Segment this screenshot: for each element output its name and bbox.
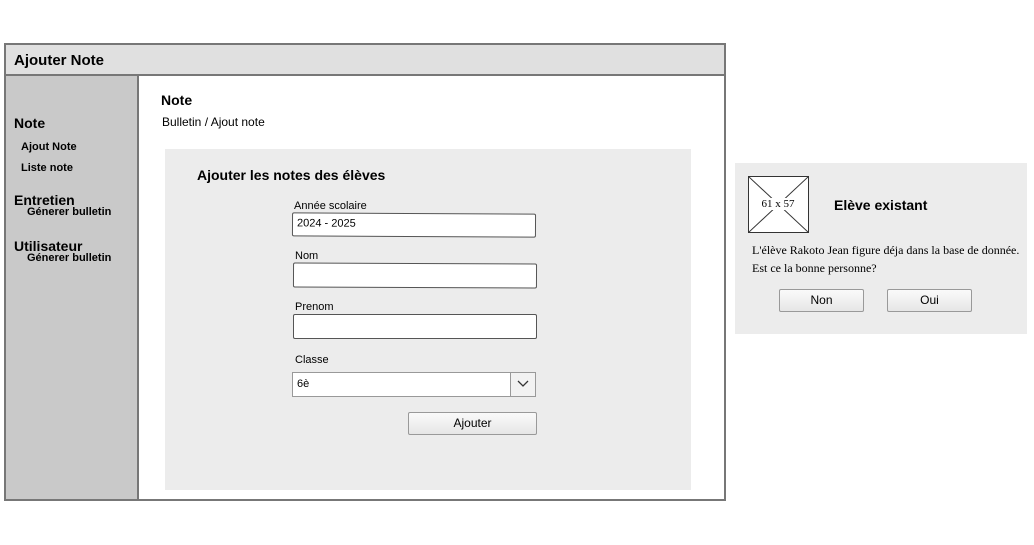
page-title: Note xyxy=(161,92,193,108)
form-panel: Ajouter les notes des élèves Année scola… xyxy=(165,149,691,490)
window-titlebar: Ajouter Note xyxy=(6,45,724,76)
dialog-message-line-1: L'élève Rakoto Jean figure déja dans la … xyxy=(752,243,1020,257)
form-title: Ajouter les notes des élèves xyxy=(197,167,386,183)
existing-student-dialog: 61 x 57 Elève existant L'élève Rakoto Je… xyxy=(735,163,1027,334)
sidebar-item-generer-bulletin[interactable]: Génerer bulletin xyxy=(27,206,111,218)
dialog-title: Elève existant xyxy=(834,197,928,213)
classe-label: Classe xyxy=(295,354,329,366)
dialog-message: L'élève Rakoto Jean figure déja dans la … xyxy=(752,241,1027,277)
sidebar-item-generer-bulletin-2[interactable]: Génerer bulletin xyxy=(27,252,111,264)
annee-scolaire-field[interactable]: 2024 - 2025 xyxy=(291,212,537,238)
nom-field[interactable] xyxy=(292,262,538,289)
dialog-message-line-2: Est ce la bonne personne? xyxy=(752,261,877,275)
non-button[interactable]: Non xyxy=(779,289,864,312)
sidebar-item-ajout-note[interactable]: Ajout Note xyxy=(21,141,77,153)
oui-button[interactable]: Oui xyxy=(887,289,972,312)
window-title: Ajouter Note xyxy=(14,52,104,69)
annee-scolaire-label: Année scolaire xyxy=(294,200,367,212)
ajouter-button[interactable]: Ajouter xyxy=(408,412,537,435)
sidebar: Note Ajout Note Liste note Entretien Gén… xyxy=(6,76,139,499)
main-content: Note Bulletin / Ajout note Ajouter les n… xyxy=(139,76,724,499)
sidebar-heading-note: Note xyxy=(14,115,46,131)
prenom-field[interactable] xyxy=(293,314,537,339)
image-placeholder-label: 61 x 57 xyxy=(758,198,798,210)
chevron-down-icon xyxy=(517,380,529,387)
prenom-label: Prenom xyxy=(295,301,334,313)
main-window: Ajouter Note Note Ajout Note Liste note … xyxy=(4,43,726,501)
classe-dropdown-button[interactable] xyxy=(510,373,535,396)
nom-label: Nom xyxy=(295,250,319,262)
classe-select[interactable]: 6è xyxy=(292,372,536,397)
sidebar-item-liste-note[interactable]: Liste note xyxy=(21,162,73,174)
image-placeholder: 61 x 57 xyxy=(748,176,809,233)
classe-select-value: 6è xyxy=(297,378,310,390)
breadcrumb: Bulletin / Ajout note xyxy=(162,115,265,129)
